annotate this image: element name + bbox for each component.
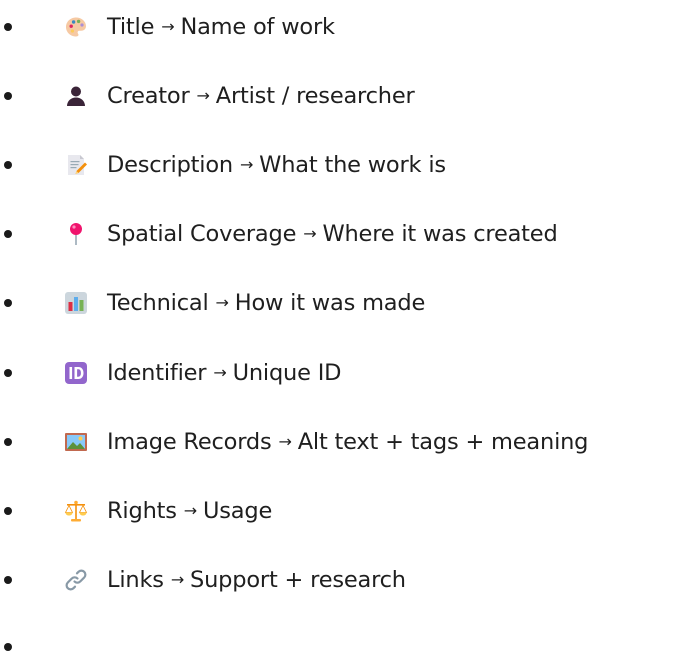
list-item-empty (0, 627, 681, 667)
list-item-text: Creator → Artist / researcher (107, 85, 415, 108)
bullet-dot (4, 507, 12, 515)
bullet-dot (4, 643, 12, 651)
list-item-creator: Creator → Artist / researcher (0, 76, 681, 116)
list-item-text: Spatial Coverage → Where it was created (107, 223, 558, 246)
list-item-text: Rights → Usage (107, 500, 272, 523)
arrow-icon: → (213, 362, 227, 382)
bullet-dot (4, 92, 12, 100)
arrow-icon: → (303, 223, 317, 243)
field-description: How it was made (234, 289, 426, 316)
bullet-dot (4, 299, 12, 307)
field-description: Name of work (180, 13, 335, 40)
list-item-text: Technical → How it was made (107, 292, 425, 315)
field-description: What the work is (259, 151, 446, 178)
list-item-text: Image Records → Alt text + tags + meaning (107, 431, 588, 454)
field-description: Unique ID (232, 359, 342, 386)
bullet-dot (4, 369, 12, 377)
arrow-icon: → (183, 500, 197, 520)
field-label: Links (107, 566, 164, 593)
field-description: Support + research (190, 566, 406, 593)
list-item-spatial-coverage: Spatial Coverage → Where it was created (0, 214, 681, 254)
field-label: Description (107, 151, 233, 178)
bullet-dot (4, 230, 12, 238)
list-item-technical: Technical → How it was made (0, 283, 681, 323)
list-item-rights: Rights → Usage (0, 491, 681, 531)
bullet-dot (4, 438, 12, 446)
balance-scale-icon (64, 499, 88, 523)
list-item-text: Links → Support + research (107, 569, 406, 592)
field-label: Image Records (107, 428, 272, 455)
field-label: Title (107, 13, 155, 40)
field-description: Usage (203, 497, 273, 524)
list-item-image-records: Image Records → Alt text + tags + meaning (0, 422, 681, 462)
bullet-list: Title → Name of work Creator → Artist / rese… (0, 0, 681, 672)
arrow-icon: → (161, 16, 175, 36)
arrow-icon: → (170, 569, 185, 589)
field-label: Identifier (107, 359, 207, 386)
list-item-description: Description → What the work is (0, 145, 681, 185)
palette-icon (64, 15, 88, 39)
list-item-text: Identifier → Unique ID (107, 362, 341, 385)
framed-picture-icon (64, 430, 88, 454)
arrow-icon: → (215, 292, 229, 312)
bar-chart-icon (64, 291, 88, 315)
memo-pencil-icon (64, 153, 88, 177)
list-item-text: Title → Name of work (107, 16, 335, 39)
person-silhouette-icon (64, 84, 88, 108)
arrow-icon: → (239, 154, 254, 174)
bullet-dot (4, 576, 12, 584)
arrow-icon: → (196, 85, 210, 105)
arrow-icon: → (278, 431, 292, 451)
field-description: Where it was created (322, 220, 558, 247)
field-label: Rights (107, 497, 177, 524)
list-item-title: Title → Name of work (0, 7, 681, 47)
list-item-text: Description → What the work is (107, 154, 446, 177)
bullet-dot (4, 161, 12, 169)
link-icon (64, 568, 88, 592)
field-description: Artist / researcher (215, 82, 415, 109)
field-label: Creator (107, 82, 190, 109)
bullet-dot (4, 23, 12, 31)
field-label: Technical (107, 289, 209, 316)
field-description: Alt text + tags + meaning (297, 428, 589, 455)
field-label: Spatial Coverage (107, 220, 297, 247)
list-item-links: Links → Support + research (0, 560, 681, 600)
id-button-icon (64, 361, 88, 385)
round-pushpin-icon (64, 222, 88, 246)
list-item-identifier: Identifier → Unique ID (0, 353, 681, 393)
